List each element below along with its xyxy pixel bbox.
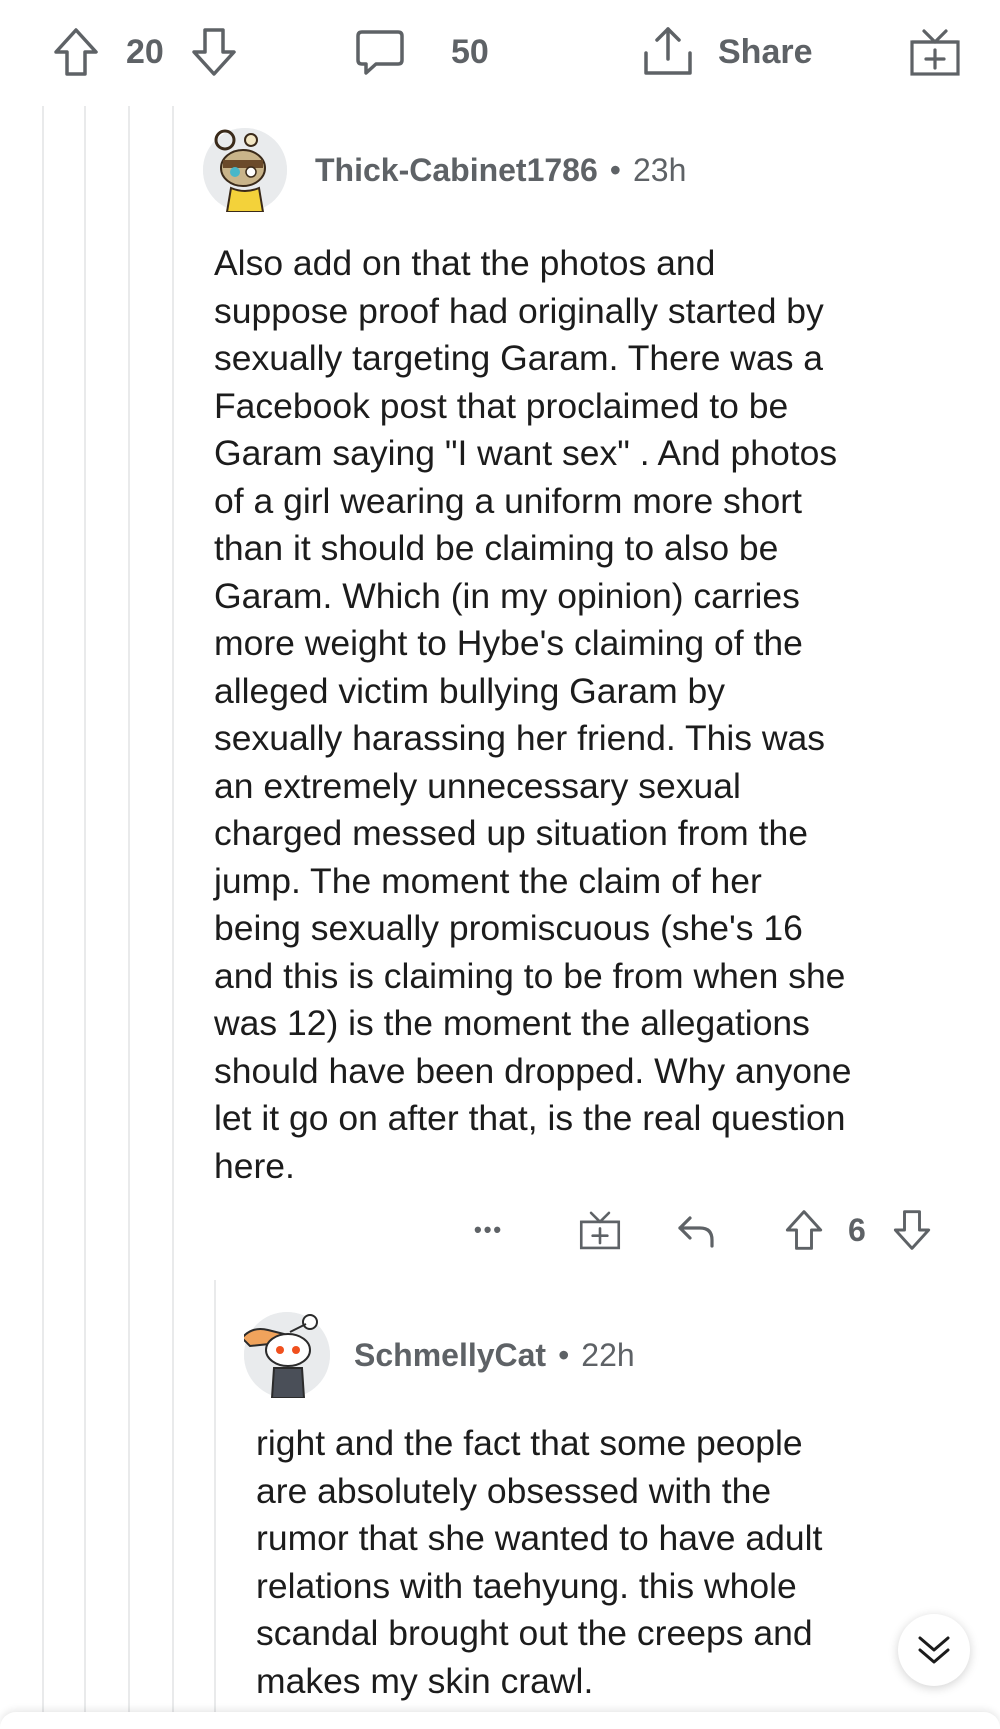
- post-upvote-button[interactable]: [52, 22, 100, 82]
- comment-line: Garam saying "I want sex" . And photos: [214, 433, 838, 473]
- comment-score: 6: [848, 1211, 866, 1248]
- thread-line-3[interactable]: [128, 106, 130, 1729]
- more-dots-icon: •••: [474, 1217, 504, 1242]
- share-arrow-icon: [640, 25, 696, 79]
- comment-author[interactable]: SchmellyCat: [354, 1337, 546, 1374]
- meta-separator: •: [609, 151, 621, 188]
- comment-line: charged messed up situation from the: [214, 813, 808, 853]
- comment-line: Facebook post that proclaimed to be: [214, 385, 789, 426]
- comment-actions: ••• 6: [0, 1200, 1000, 1260]
- post-comments-button[interactable]: [354, 22, 406, 82]
- scroll-next-comment-button[interactable]: [898, 1614, 970, 1686]
- snoo-avatar-icon: [203, 128, 287, 213]
- gift-award-icon: [578, 1208, 622, 1252]
- comment-line: relations with taehyung. this whole: [256, 1565, 797, 1606]
- comment-line: jump. The moment the claim of her: [214, 860, 762, 901]
- reply-button[interactable]: [674, 1200, 718, 1260]
- comment-award-button[interactable]: [578, 1200, 622, 1260]
- post-score: 20: [126, 32, 164, 71]
- avatar[interactable]: [240, 1312, 330, 1399]
- more-options-button[interactable]: •••: [474, 1200, 503, 1260]
- comment-line: right and the fact that some people: [256, 1423, 803, 1463]
- snoo-avatar-icon: [240, 1312, 330, 1399]
- comment-line: Garam. Which (in my opinion) carries: [214, 575, 800, 616]
- comment-line: scandal brought out the creeps and: [256, 1613, 813, 1653]
- post-action-bar: 20 50 Share: [0, 0, 1000, 100]
- comment-line: of a girl wearing a uniform more short: [214, 480, 802, 521]
- gift-award-icon: [908, 26, 962, 78]
- thread-line-2[interactable]: [84, 106, 86, 1729]
- meta-separator: •: [558, 1336, 570, 1373]
- comment-header: Thick-Cabinet1786 • 23h: [203, 128, 687, 213]
- comment-line: sexually harassing her friend. This was: [214, 718, 826, 758]
- comment-line: let it go on after that, is the real que…: [214, 1098, 846, 1138]
- post-share-button[interactable]: Share: [640, 22, 813, 82]
- comment-upvote-button[interactable]: [784, 1200, 824, 1260]
- comment-line: more weight to Hybe's claiming of the: [214, 623, 803, 663]
- comment-line: suppose proof had originally started by: [214, 290, 824, 331]
- comment-header: SchmellyCat • 22h: [240, 1312, 635, 1399]
- comment-bubble-icon: [354, 26, 406, 78]
- downvote-arrow-icon: [190, 26, 238, 78]
- downvote-arrow-icon: [892, 1208, 932, 1252]
- thread-line-1[interactable]: [42, 106, 44, 1729]
- post-share-label: Share: [718, 32, 813, 71]
- thread-line-4[interactable]: [172, 106, 174, 1729]
- comment-author[interactable]: Thick-Cabinet1786: [315, 152, 598, 189]
- comment-age: 22h: [581, 1336, 635, 1373]
- comment-downvote-button[interactable]: [892, 1200, 932, 1260]
- post-award-button[interactable]: [908, 22, 962, 82]
- comment-line: an extremely unnecessary sexual: [214, 765, 741, 806]
- comment-line: rumor that she wanted to have adult: [256, 1518, 823, 1558]
- comment-line: alleged victim bullying Garam by: [214, 670, 726, 711]
- comment-line: here.: [214, 1145, 295, 1186]
- comment-age: 23h: [632, 151, 687, 188]
- double-chevron-down-icon: [914, 1630, 954, 1670]
- comment-line: being sexually promiscuous (she's 16: [214, 908, 803, 948]
- post-downvote-button[interactable]: [190, 22, 238, 82]
- comment-body: right and the fact that some people are …: [256, 1420, 822, 1705]
- comment-line: should have been dropped. Why anyone: [214, 1050, 852, 1091]
- upvote-arrow-icon: [784, 1208, 824, 1252]
- bottom-sheet-edge: [0, 1712, 1000, 1729]
- comment-line: sexually targeting Garam. There was a: [214, 338, 824, 378]
- upvote-arrow-icon: [52, 26, 100, 78]
- comment-line: are absolutely obsessed with the: [256, 1470, 772, 1511]
- avatar[interactable]: [203, 128, 287, 213]
- reply-arrow-icon: [674, 1210, 718, 1250]
- comment-line: makes my skin crawl.: [256, 1660, 594, 1701]
- comment-line: Also add on that the photos and: [214, 243, 716, 283]
- post-comments-count: 50: [451, 32, 489, 71]
- thread-line-5[interactable]: [214, 1280, 216, 1729]
- comment-line: and this is claiming to be from when she: [214, 955, 846, 996]
- comment-line: than it should be claiming to also be: [214, 528, 779, 568]
- comment-body: Also add on that the photos and suppose …: [214, 240, 852, 1190]
- comment-line: was 12) is the moment the allegations: [214, 1003, 810, 1043]
